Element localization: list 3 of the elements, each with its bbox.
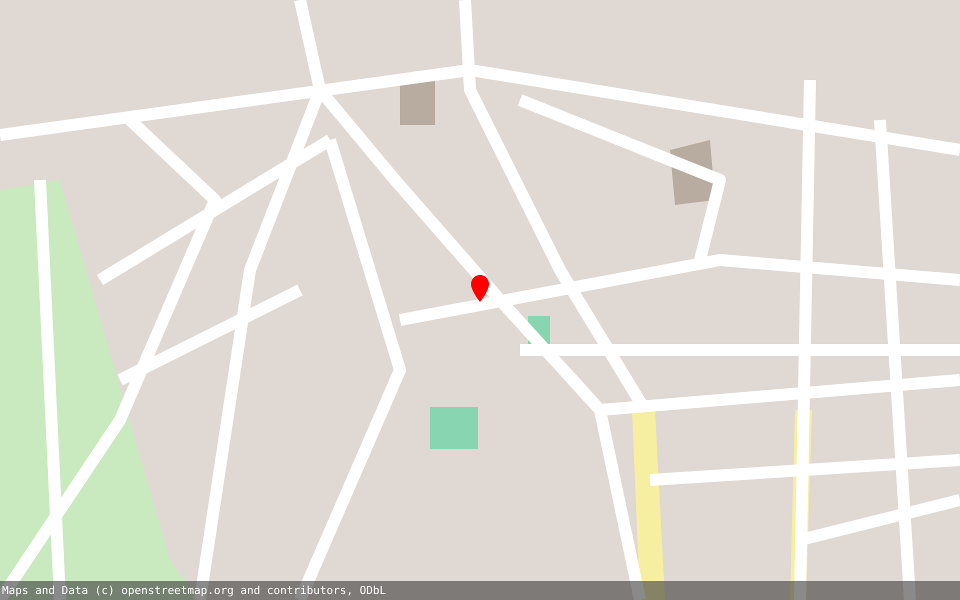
attribution-text: Maps and Data (c) openstreetmap.org and contributors, ODbL — [2, 584, 386, 597]
map-pin-icon[interactable] — [471, 275, 489, 302]
street-map-drawing[interactable] — [0, 0, 960, 600]
